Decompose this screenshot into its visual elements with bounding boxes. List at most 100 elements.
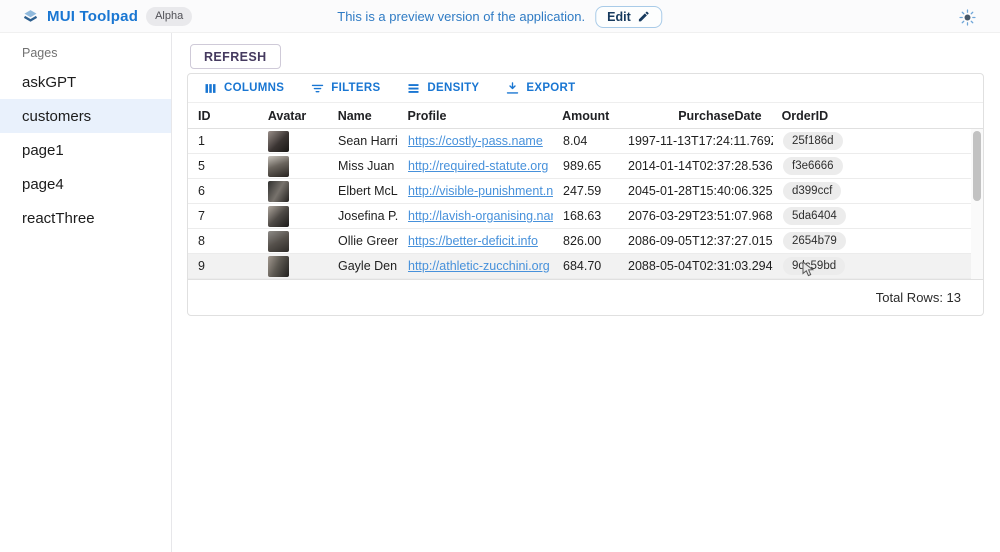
density-button[interactable]: DENSITY	[402, 79, 483, 98]
cell-purchasedate: 1997-11-13T17:24:11.769Z	[618, 134, 773, 148]
sidebar-section-label: Pages	[0, 41, 171, 65]
column-header-avatar[interactable]: Avatar	[258, 109, 328, 123]
table-row[interactable]: 6 Elbert McL... http://visible-punishmen…	[188, 179, 973, 204]
filters-button[interactable]: FILTERS	[306, 79, 384, 98]
pencil-icon	[638, 10, 651, 23]
profile-link[interactable]: https://better-deficit.info	[408, 234, 538, 248]
alpha-badge: Alpha	[146, 7, 192, 26]
total-rows-label: Total Rows: 13	[876, 290, 961, 305]
table-row[interactable]: 5 Miss Juan ... http://required-statute.…	[188, 154, 973, 179]
cell-amount: 8.04	[553, 134, 618, 148]
column-header-orderid[interactable]: OrderID	[772, 109, 971, 123]
cell-amount: 826.00	[553, 234, 618, 248]
cell-id: 1	[188, 134, 258, 148]
cell-name: Elbert McL...	[328, 184, 398, 198]
app-title: MUI Toolpad	[47, 8, 138, 25]
column-header-name[interactable]: Name	[328, 109, 398, 123]
edit-button-label: Edit	[607, 10, 631, 24]
sidebar-item-customers[interactable]: customers	[0, 99, 171, 133]
cell-id: 6	[188, 184, 258, 198]
cell-purchasedate: 2045-01-28T15:40:06.325Z	[618, 184, 773, 198]
order-id-chip: 9dc59bd	[783, 257, 845, 275]
cell-purchasedate: 2086-09-05T12:37:27.015Z	[618, 234, 773, 248]
avatar	[268, 156, 289, 177]
order-id-chip: f3e6666	[783, 157, 843, 175]
filters-button-label: FILTERS	[331, 82, 380, 94]
download-icon	[505, 81, 520, 96]
brand-area: MUI Toolpad Alpha	[0, 7, 192, 26]
cell-id: 7	[188, 209, 258, 223]
avatar	[268, 256, 289, 277]
scrollbar-thumb[interactable]	[973, 131, 981, 201]
vertical-scrollbar[interactable]	[971, 129, 983, 279]
export-button-label: EXPORT	[526, 82, 575, 94]
grid-toolbar: COLUMNS FILTERS DENSITY	[188, 74, 983, 103]
sidebar-item-page1[interactable]: page1	[0, 133, 171, 167]
cell-purchasedate: 2088-05-04T02:31:03.294Z	[618, 259, 773, 273]
cell-amount: 168.63	[553, 209, 618, 223]
toolpad-logo-layers-icon	[22, 8, 39, 25]
order-id-chip: d399ccf	[783, 182, 841, 200]
cell-id: 5	[188, 159, 258, 173]
profile-link[interactable]: http://visible-punishment.net	[408, 184, 553, 198]
cell-name: Sean Harris	[328, 134, 398, 148]
cell-purchasedate: 2076-03-29T23:51:07.968Z	[618, 209, 773, 223]
export-button[interactable]: EXPORT	[501, 79, 579, 98]
cell-amount: 684.70	[553, 259, 618, 273]
avatar	[268, 181, 289, 202]
grid-footer: Total Rows: 13	[188, 279, 983, 315]
sidebar: Pages askGPT customers page1 page4 react…	[0, 33, 172, 552]
cell-id: 8	[188, 234, 258, 248]
cell-purchasedate: 2014-01-14T02:37:28.536Z	[618, 159, 773, 173]
columns-button-label: COLUMNS	[224, 82, 284, 94]
profile-link[interactable]: https://costly-pass.name	[408, 134, 543, 148]
sidebar-item-label: customers	[22, 108, 91, 125]
cell-name: Gayle Den...	[328, 259, 398, 273]
table-row[interactable]: 7 Josefina P... http://lavish-organising…	[188, 204, 973, 229]
cell-name: Miss Juan ...	[328, 159, 398, 173]
topbar: MUI Toolpad Alpha This is a preview vers…	[0, 0, 1000, 33]
column-header-purchasedate[interactable]: PurchaseDate	[617, 109, 772, 123]
profile-link[interactable]: http://required-statute.org	[408, 159, 548, 173]
profile-link[interactable]: http://lavish-organising.name	[408, 209, 553, 223]
table-row[interactable]: 1 Sean Harris https://costly-pass.name 8…	[188, 129, 973, 154]
column-header-profile[interactable]: Profile	[398, 109, 553, 123]
cell-name: Ollie Green...	[328, 234, 398, 248]
grid-column-headers: ID Avatar Name Profile Amount PurchaseDa…	[188, 103, 983, 129]
grid-rows-viewport: 1 Sean Harris https://costly-pass.name 8…	[188, 129, 983, 279]
order-id-chip: 2654b79	[783, 232, 846, 250]
density-rows-icon	[406, 81, 421, 96]
order-id-chip: 5da6404	[783, 207, 846, 225]
data-grid: COLUMNS FILTERS DENSITY	[187, 73, 984, 316]
sidebar-item-label: page4	[22, 176, 64, 193]
refresh-button[interactable]: REFRESH	[190, 44, 281, 69]
main-content: REFRESH COLUMNS FILTERS	[172, 33, 1000, 552]
cell-amount: 989.65	[553, 159, 618, 173]
density-button-label: DENSITY	[427, 82, 479, 94]
filter-list-icon	[310, 81, 325, 96]
order-id-chip: 25f186d	[783, 132, 843, 150]
table-row[interactable]: 8 Ollie Green... https://better-deficit.…	[188, 229, 973, 254]
edit-button[interactable]: Edit	[595, 6, 663, 28]
cell-amount: 247.59	[553, 184, 618, 198]
sidebar-item-reactthree[interactable]: reactThree	[0, 201, 171, 235]
sidebar-item-label: askGPT	[22, 74, 76, 91]
profile-link[interactable]: http://athletic-zucchini.org	[408, 259, 550, 273]
preview-banner-text: This is a preview version of the applica…	[337, 9, 585, 24]
avatar	[268, 131, 289, 152]
sidebar-item-askgpt[interactable]: askGPT	[0, 65, 171, 99]
columns-button[interactable]: COLUMNS	[199, 79, 288, 98]
theme-toggle-button[interactable]	[956, 6, 978, 28]
sidebar-item-label: reactThree	[22, 210, 95, 227]
view-columns-icon	[203, 81, 218, 96]
avatar	[268, 231, 289, 252]
sun-icon	[959, 9, 976, 26]
sidebar-item-label: page1	[22, 142, 64, 159]
table-row[interactable]: 9 Gayle Den... http://athletic-zucchini.…	[188, 254, 973, 279]
cell-name: Josefina P...	[328, 209, 398, 223]
column-header-id[interactable]: ID	[188, 109, 258, 123]
avatar	[268, 206, 289, 227]
sidebar-item-page4[interactable]: page4	[0, 167, 171, 201]
column-header-amount[interactable]: Amount	[552, 109, 617, 123]
cell-id: 9	[188, 259, 258, 273]
